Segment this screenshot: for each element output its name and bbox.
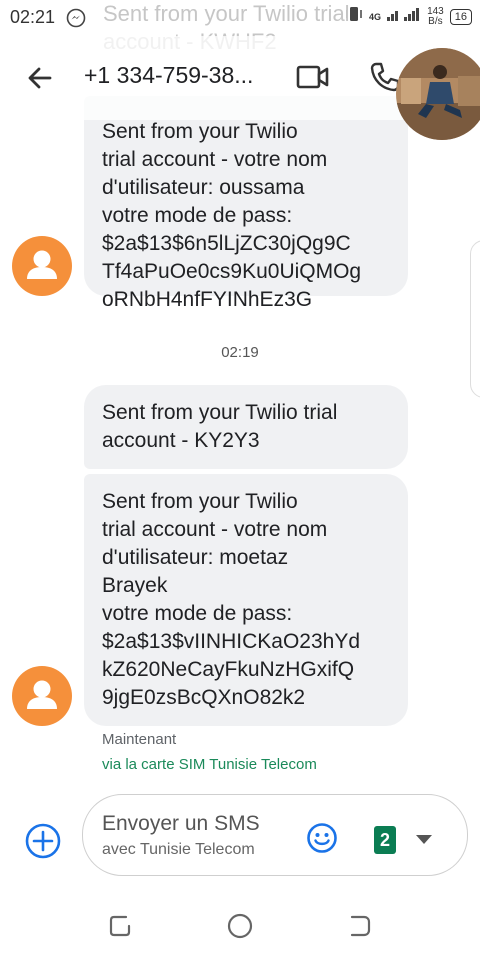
add-attachment-icon[interactable]: [24, 822, 62, 865]
message-bubble[interactable]: Sent from your Twilio trial account - KY…: [84, 385, 408, 469]
contact-phone-number[interactable]: +1 334-759-38...: [84, 62, 253, 89]
message-input-placeholder[interactable]: Envoyer un SMS: [102, 812, 260, 836]
profile-photo[interactable]: [396, 48, 480, 140]
contact-avatar[interactable]: [12, 666, 72, 726]
message-bubble[interactable]: Sent from your Twilio trial account - vo…: [84, 474, 408, 726]
contact-avatar[interactable]: [12, 236, 72, 296]
sim-select-badge[interactable]: 2: [374, 826, 396, 854]
timestamp-separator: 02:19: [221, 344, 259, 361]
status-time: 02:21: [10, 7, 56, 27]
chevron-down-icon[interactable]: [416, 835, 432, 844]
network-speed: 143 B/s: [427, 6, 444, 27]
battery-icon: 16: [449, 8, 472, 25]
message-status: Maintenant: [102, 731, 177, 748]
home-icon[interactable]: [226, 912, 254, 945]
arrow-left-icon[interactable]: [24, 62, 56, 99]
message-input-carrier: avec Tunisie Telecom: [102, 841, 255, 858]
video-call-icon[interactable]: [296, 64, 330, 95]
network-type: 4G: [369, 11, 382, 22]
navigation-bar: [0, 900, 480, 960]
speed-unit: B/s: [428, 15, 443, 27]
emoji-icon[interactable]: [306, 822, 338, 859]
message-bubble[interactable]: Sent from your Twilio trial account - vo…: [84, 96, 408, 311]
messenger-icon: [66, 8, 86, 33]
recents-icon[interactable]: [106, 912, 134, 945]
signal-icon: [387, 7, 421, 26]
side-panel-edge[interactable]: [470, 240, 480, 398]
sim-info: via la carte SIM Tunisie Telecom: [102, 756, 317, 773]
status-icons: 4G 143 B/s 16: [345, 6, 472, 27]
back-nav-icon[interactable]: [346, 912, 374, 945]
